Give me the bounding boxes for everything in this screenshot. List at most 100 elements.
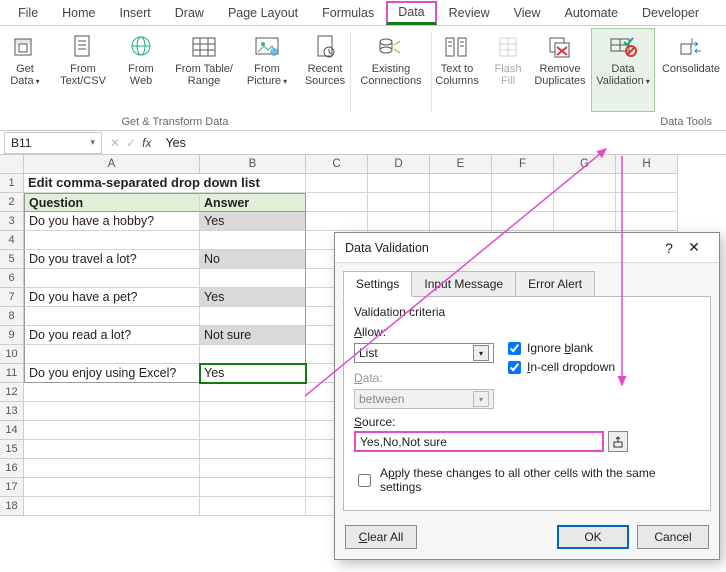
tab-review[interactable]: Review	[437, 2, 502, 25]
row-header-10[interactable]: 10	[0, 345, 24, 364]
cell[interactable]	[368, 212, 430, 231]
enter-formula-icon[interactable]: ✓	[126, 136, 136, 150]
cell[interactable]: Answer	[200, 193, 306, 212]
cell[interactable]	[554, 212, 616, 231]
text-to-columns-button[interactable]: Text to Columns	[429, 28, 485, 112]
row-header-12[interactable]: 12	[0, 383, 24, 402]
tab-file[interactable]: File	[6, 2, 50, 25]
cell[interactable]	[200, 421, 306, 440]
cell[interactable]	[492, 193, 554, 212]
row-header-4[interactable]: 4	[0, 231, 24, 250]
close-icon[interactable]: ✕	[679, 239, 709, 256]
cell[interactable]	[200, 459, 306, 478]
dialog-tab-settings[interactable]: Settings	[343, 271, 412, 297]
select-all-corner[interactable]	[0, 155, 24, 174]
cell[interactable]	[430, 174, 492, 193]
tab-data[interactable]: Data	[386, 1, 436, 25]
cell[interactable]: Do you have a hobby?	[24, 212, 200, 231]
col-header-b[interactable]: B	[200, 155, 306, 174]
dialog-titlebar[interactable]: Data Validation ? ✕	[335, 233, 719, 263]
from-csv-button[interactable]: From Text/CSV	[55, 28, 111, 112]
cancel-formula-icon[interactable]: ✕	[110, 136, 120, 150]
col-header-e[interactable]: E	[430, 155, 492, 174]
row-header-9[interactable]: 9	[0, 326, 24, 345]
cell[interactable]: Yes	[200, 288, 306, 307]
cell[interactable]	[554, 193, 616, 212]
flash-fill-button[interactable]: Flash Fill	[487, 28, 529, 112]
cell[interactable]	[616, 193, 678, 212]
row-header-2[interactable]: 2	[0, 193, 24, 212]
remove-duplicates-button[interactable]: Remove Duplicates	[531, 28, 589, 112]
cell[interactable]: Do you enjoy using Excel?	[24, 364, 200, 383]
col-header-c[interactable]: C	[306, 155, 368, 174]
cell[interactable]	[200, 402, 306, 421]
range-selector-button[interactable]	[608, 431, 628, 452]
apply-to-all-checkbox[interactable]: Apply these changes to all other cells w…	[354, 466, 700, 494]
cell[interactable]: Not sure	[200, 326, 306, 345]
cell[interactable]	[616, 212, 678, 231]
tab-insert[interactable]: Insert	[108, 2, 163, 25]
row-header-18[interactable]: 18	[0, 497, 24, 516]
cell[interactable]: Do you read a lot?	[24, 326, 200, 345]
row-header-7[interactable]: 7	[0, 288, 24, 307]
tab-page-layout[interactable]: Page Layout	[216, 2, 310, 25]
row-header-5[interactable]: 5	[0, 250, 24, 269]
existing-connections-button[interactable]: Existing Connections	[355, 28, 427, 112]
row-header-14[interactable]: 14	[0, 421, 24, 440]
row-header-17[interactable]: 17	[0, 478, 24, 497]
cell[interactable]: Do you travel a lot?	[24, 250, 200, 269]
tab-developer[interactable]: Developer	[630, 2, 711, 25]
cell[interactable]: Yes▼	[200, 364, 306, 383]
cell[interactable]	[200, 231, 306, 250]
cell[interactable]	[368, 193, 430, 212]
cell[interactable]	[492, 174, 554, 193]
row-header-15[interactable]: 15	[0, 440, 24, 459]
cell[interactable]	[24, 307, 200, 326]
source-input[interactable]: Yes,No,Not sure	[354, 431, 604, 452]
cell[interactable]	[200, 383, 306, 402]
cell[interactable]	[492, 212, 554, 231]
row-header-3[interactable]: 3	[0, 212, 24, 231]
cell[interactable]	[24, 497, 200, 516]
cell[interactable]	[24, 231, 200, 250]
tab-automate[interactable]: Automate	[553, 2, 631, 25]
cell[interactable]	[200, 440, 306, 459]
col-header-f[interactable]: F	[492, 155, 554, 174]
cell[interactable]	[306, 193, 368, 212]
get-data-button[interactable]: Get Data▾	[0, 28, 53, 112]
cell[interactable]	[24, 383, 200, 402]
cancel-button[interactable]: Cancel	[637, 525, 709, 549]
col-header-h[interactable]: H	[616, 155, 678, 174]
cell[interactable]	[200, 345, 306, 364]
cell[interactable]	[24, 269, 200, 288]
cell[interactable]	[24, 459, 200, 478]
cell[interactable]	[306, 174, 368, 193]
data-validation-button[interactable]: Data Validation▾	[591, 28, 655, 112]
name-box[interactable]: B11 ▾	[4, 132, 102, 154]
help-button[interactable]: ?	[659, 240, 679, 256]
cell[interactable]: Question	[24, 193, 200, 212]
row-header-1[interactable]: 1	[0, 174, 24, 193]
dialog-tab-input-message[interactable]: Input Message	[411, 271, 516, 297]
cell[interactable]	[554, 174, 616, 193]
cell[interactable]	[24, 402, 200, 421]
cell[interactable]	[24, 478, 200, 497]
cell[interactable]	[24, 440, 200, 459]
from-web-button[interactable]: From Web	[113, 28, 169, 112]
col-header-g[interactable]: G	[554, 155, 616, 174]
cell[interactable]	[200, 478, 306, 497]
from-picture-button[interactable]: From Picture▾	[239, 28, 295, 112]
dialog-tab-error-alert[interactable]: Error Alert	[515, 271, 595, 297]
cell[interactable]	[616, 174, 678, 193]
tab-home[interactable]: Home	[50, 2, 107, 25]
cell[interactable]	[200, 269, 306, 288]
col-header-d[interactable]: D	[368, 155, 430, 174]
fx-icon[interactable]: fx	[142, 136, 151, 150]
ignore-blank-checkbox[interactable]: Ignore blank	[508, 341, 615, 355]
cell[interactable]	[306, 212, 368, 231]
from-table-button[interactable]: From Table/ Range	[171, 28, 237, 112]
ok-button[interactable]: OK	[557, 525, 629, 549]
recent-sources-button[interactable]: Recent Sources	[297, 28, 353, 112]
tab-draw[interactable]: Draw	[163, 2, 216, 25]
tab-formulas[interactable]: Formulas	[310, 2, 386, 25]
